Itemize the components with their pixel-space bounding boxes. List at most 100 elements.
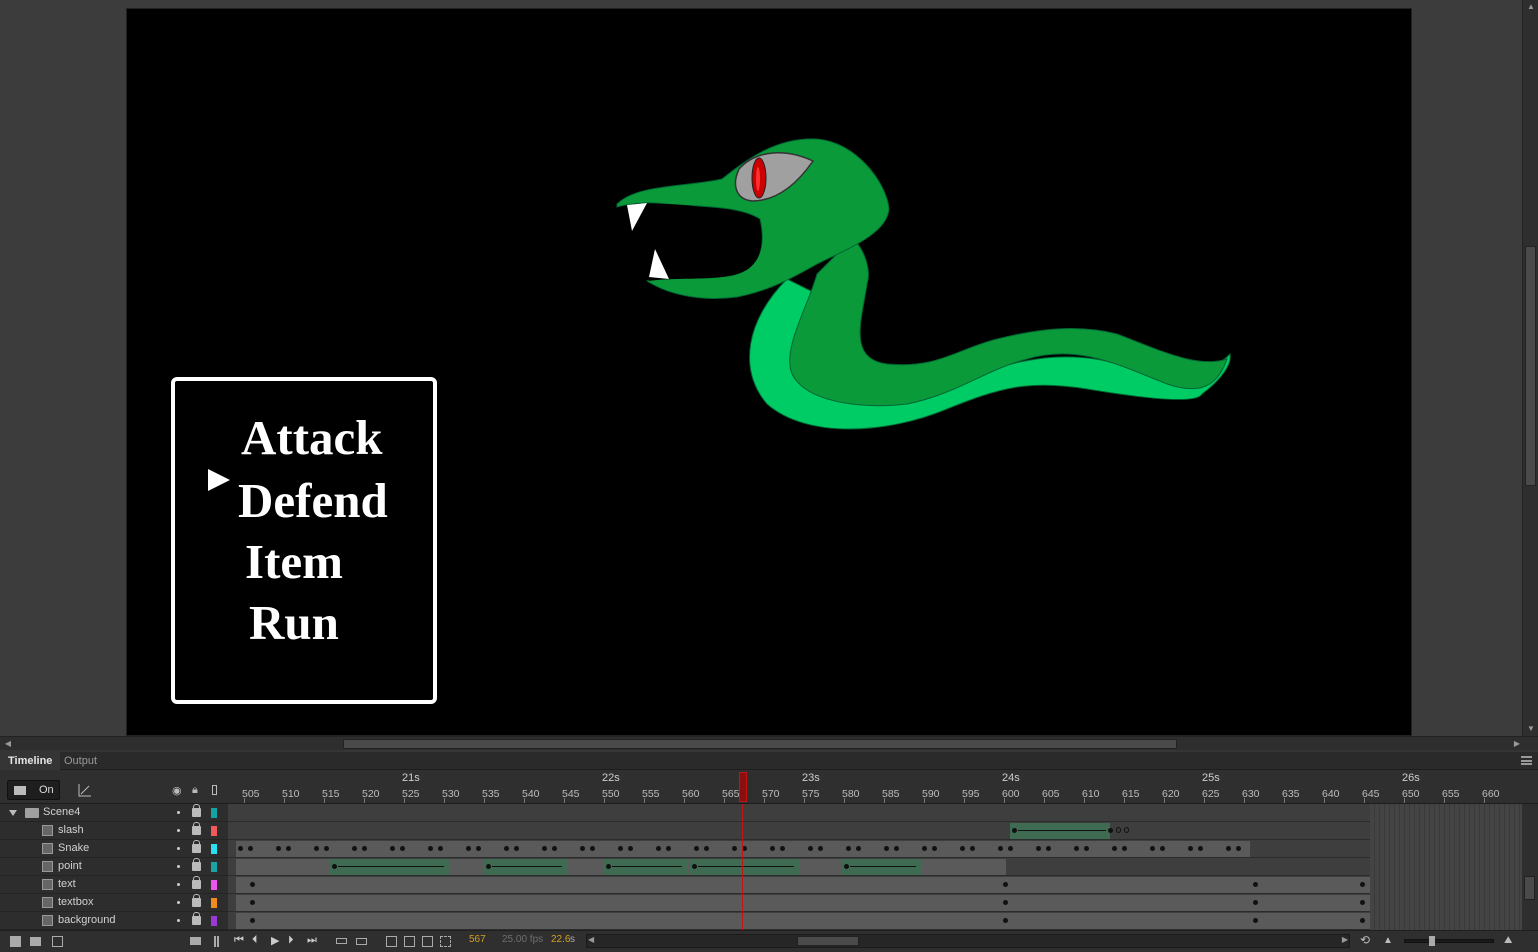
layer-name[interactable]: point	[58, 860, 82, 872]
frame-row[interactable]	[228, 894, 1522, 912]
lock-icon[interactable]	[192, 876, 201, 889]
lock-icon[interactable]	[192, 840, 201, 853]
lock-icon[interactable]	[192, 894, 201, 907]
scroll-down-icon[interactable]: ▼	[1526, 724, 1536, 734]
onion-skin-toggle-icon[interactable]	[386, 936, 397, 947]
visibility-toggle-icon[interactable]	[177, 883, 180, 886]
onion-skin-button[interactable]: On	[7, 780, 60, 800]
frame-grid[interactable]	[228, 804, 1522, 930]
timeline-horizontal-scrollbar[interactable]: ◀ ▶	[586, 934, 1350, 948]
scroll-left-icon[interactable]: ◀	[3, 738, 13, 750]
layer-color-swatch[interactable]	[211, 826, 217, 836]
modify-markers-icon[interactable]	[440, 936, 451, 947]
camera-icon[interactable]	[190, 937, 201, 945]
battle-menu-box[interactable]: Attack Defend Item Run	[171, 377, 437, 704]
layer-row-text[interactable]: text	[0, 876, 228, 894]
scroll-right-icon[interactable]: ▶	[1512, 738, 1522, 750]
outline-all-icon[interactable]	[212, 785, 217, 795]
lock-all-icon[interactable]: 🔒︎	[192, 784, 198, 797]
layer-row-point[interactable]: point	[0, 858, 228, 876]
layer-name[interactable]: background	[58, 914, 116, 926]
layer-row-snake[interactable]: Snake	[0, 840, 228, 858]
layer-name[interactable]: Snake	[58, 842, 89, 854]
visibility-toggle-icon[interactable]	[177, 847, 180, 850]
edit-multiple-frames-icon[interactable]	[422, 936, 433, 947]
fps-value[interactable]: 25.00 fps	[502, 934, 543, 945]
playhead-line[interactable]	[742, 804, 743, 930]
stage-canvas[interactable]: Attack Defend Item Run	[126, 8, 1412, 736]
visibility-toggle-icon[interactable]	[177, 919, 180, 922]
fit-timeline-icon[interactable]: ⟲	[1360, 933, 1370, 947]
zoom-out-icon[interactable]: ▲	[1383, 935, 1393, 946]
frame-row[interactable]	[228, 804, 1522, 822]
delete-icon[interactable]	[52, 936, 63, 947]
center-frame-icon[interactable]	[356, 938, 367, 945]
play-icon[interactable]: ▶	[271, 934, 279, 947]
layer-color-swatch[interactable]	[211, 808, 217, 818]
layer-color-swatch[interactable]	[211, 916, 217, 926]
new-folder-icon[interactable]	[30, 937, 41, 946]
layer-color-swatch[interactable]	[211, 898, 217, 908]
layer-color-swatch[interactable]	[211, 880, 217, 890]
timeline-horizontal-scroll-thumb[interactable]	[797, 936, 859, 946]
expand-collapse-icon[interactable]	[9, 810, 17, 816]
tab-output[interactable]: Output	[56, 752, 105, 770]
step-forward-icon[interactable]: ⏵	[288, 934, 294, 947]
layer-name[interactable]: slash	[58, 824, 84, 836]
menu-item-item[interactable]: Item	[245, 537, 343, 586]
menu-item-defend[interactable]: Defend	[238, 476, 388, 525]
onion-outlines-icon[interactable]	[404, 936, 415, 947]
layer-depth-icon[interactable]	[214, 936, 219, 947]
playhead-handle[interactable]	[739, 772, 747, 802]
visibility-toggle-icon[interactable]	[177, 865, 180, 868]
layer-name[interactable]: text	[58, 878, 76, 890]
stage-vertical-scrollbar[interactable]: ▲ ▼	[1522, 0, 1538, 736]
current-frame-value[interactable]: 567	[469, 934, 486, 945]
stage-horizontal-scroll-thumb[interactable]	[343, 739, 1177, 749]
layer-name[interactable]: textbox	[58, 896, 93, 908]
lock-icon[interactable]	[192, 912, 201, 925]
frame-row[interactable]	[228, 876, 1522, 894]
stage-vertical-scroll-thumb[interactable]	[1525, 246, 1536, 486]
timeline-vertical-scrollbar[interactable]	[1522, 804, 1538, 930]
lock-icon[interactable]	[192, 822, 201, 835]
timeline-scroll-left-icon[interactable]: ◀	[588, 935, 594, 944]
frame-row[interactable]	[228, 822, 1522, 840]
graph-icon[interactable]	[78, 783, 92, 797]
layer-row-textbox[interactable]: textbox	[0, 894, 228, 912]
visibility-toggle-icon[interactable]	[177, 829, 180, 832]
zoom-in-icon[interactable]: ⛰	[1504, 935, 1512, 946]
tab-timeline[interactable]: Timeline	[0, 752, 61, 770]
layer-color-swatch[interactable]	[211, 844, 217, 854]
timeline-zoom-slider[interactable]	[1404, 936, 1494, 946]
loop-icon[interactable]	[336, 938, 347, 944]
go-to-last-frame-icon[interactable]: ⏭	[307, 934, 317, 947]
frame-row[interactable]	[228, 858, 1522, 876]
go-to-first-frame-icon[interactable]: ⏮	[234, 934, 244, 947]
visibility-toggle-icon[interactable]	[177, 901, 180, 904]
motion-tween-span	[604, 859, 688, 875]
layer-name[interactable]: Scene4	[43, 806, 80, 818]
stage-horizontal-scrollbar[interactable]: ◀ ▶	[0, 736, 1538, 750]
layer-color-swatch[interactable]	[211, 862, 217, 872]
visibility-toggle-icon[interactable]	[177, 811, 180, 814]
lock-icon[interactable]	[192, 858, 201, 871]
lock-icon[interactable]	[192, 804, 201, 817]
show-hide-eye-icon[interactable]: ◉	[172, 784, 182, 797]
frame-row[interactable]	[228, 912, 1522, 930]
timeline-vertical-scroll-thumb[interactable]	[1524, 876, 1535, 900]
menu-item-attack[interactable]: Attack	[241, 413, 383, 462]
layer-row-scene4[interactable]: Scene4	[0, 804, 228, 822]
panel-menu-icon[interactable]	[1521, 756, 1532, 765]
scroll-up-icon[interactable]: ▲	[1526, 2, 1536, 12]
elapsed-time-value[interactable]: 22.6	[551, 934, 570, 945]
menu-item-run[interactable]: Run	[249, 598, 339, 647]
layer-row-slash[interactable]: slash	[0, 822, 228, 840]
frame-row[interactable]	[228, 840, 1522, 858]
timeline-ruler[interactable]: 505 510 515 520 525 530 535 540 545 550 555 560 565 5…	[228, 770, 1522, 804]
zoom-slider-knob[interactable]	[1429, 936, 1435, 946]
new-layer-icon[interactable]	[10, 936, 21, 947]
layer-row-background[interactable]: background	[0, 912, 228, 930]
step-back-icon[interactable]: ⏴	[252, 934, 258, 947]
timeline-scroll-right-icon[interactable]: ▶	[1342, 935, 1348, 944]
